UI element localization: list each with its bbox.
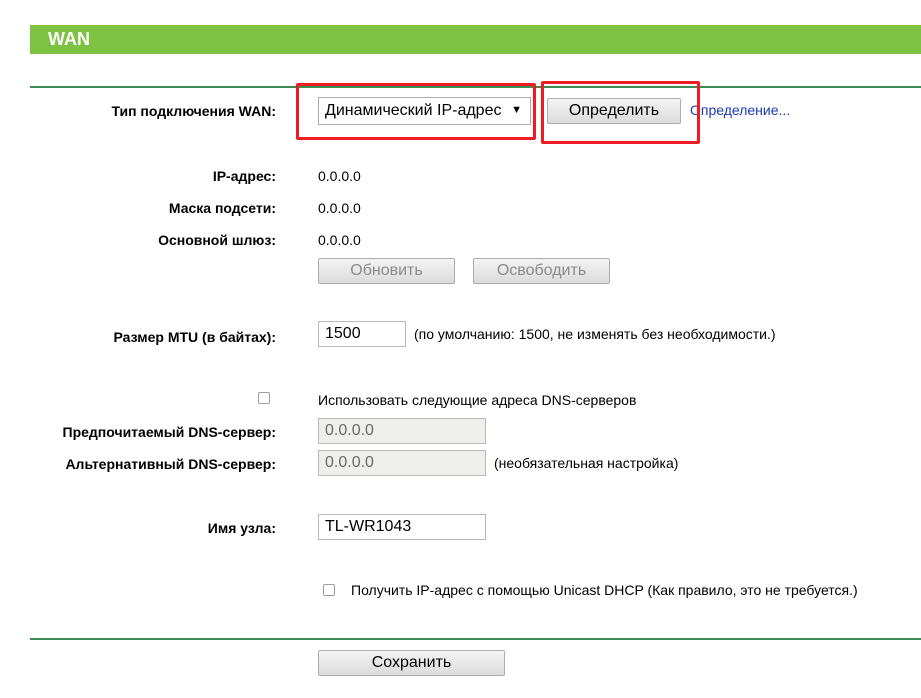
gateway-label: Основной шлюз: — [158, 232, 276, 248]
primary-dns-input[interactable]: 0.0.0.0 — [318, 418, 486, 444]
connection-type-label: Тип подключения WAN: — [111, 103, 276, 119]
mtu-note: (по умолчанию: 1500, не изменять без нео… — [414, 326, 776, 342]
primary-dns-label: Предпочитаемый DNS-сервер: — [62, 424, 277, 440]
mtu-label: Размер MTU (в байтах): — [113, 329, 276, 345]
save-button[interactable]: Сохранить — [318, 650, 505, 676]
use-dns-label: Использовать следующие адреса DNS-сервер… — [318, 392, 637, 408]
subnet-mask-value: 0.0.0.0 — [318, 200, 361, 216]
host-name-input[interactable]: TL-WR1043 — [318, 514, 486, 540]
use-dns-checkbox[interactable] — [258, 392, 270, 404]
highlight-box-select — [296, 83, 536, 140]
renew-button[interactable]: Обновить — [318, 258, 455, 284]
unicast-dhcp-checkbox[interactable] — [323, 584, 335, 596]
section-title: WAN — [48, 29, 90, 49]
section-header: WAN — [30, 25, 921, 54]
highlight-box-detect — [541, 81, 700, 144]
release-button[interactable]: Освободить — [473, 258, 610, 284]
unicast-dhcp-label: Получить IP-адрес с помощью Unicast DHCP… — [351, 582, 858, 598]
detect-link[interactable]: Определение... — [690, 102, 790, 118]
secondary-dns-input[interactable]: 0.0.0.0 — [318, 450, 486, 476]
secondary-dns-note: (необязательная настройка) — [494, 455, 679, 471]
subnet-mask-label: Маска подсети: — [168, 200, 276, 216]
ip-address-label: IP-адрес: — [212, 168, 276, 184]
bottom-divider — [30, 638, 921, 640]
ip-address-value: 0.0.0.0 — [318, 168, 361, 184]
mtu-input[interactable]: 1500 — [318, 321, 406, 347]
host-name-label: Имя узла: — [207, 520, 276, 536]
gateway-value: 0.0.0.0 — [318, 232, 361, 248]
secondary-dns-label: Альтернативный DNS-сервер: — [65, 456, 276, 472]
